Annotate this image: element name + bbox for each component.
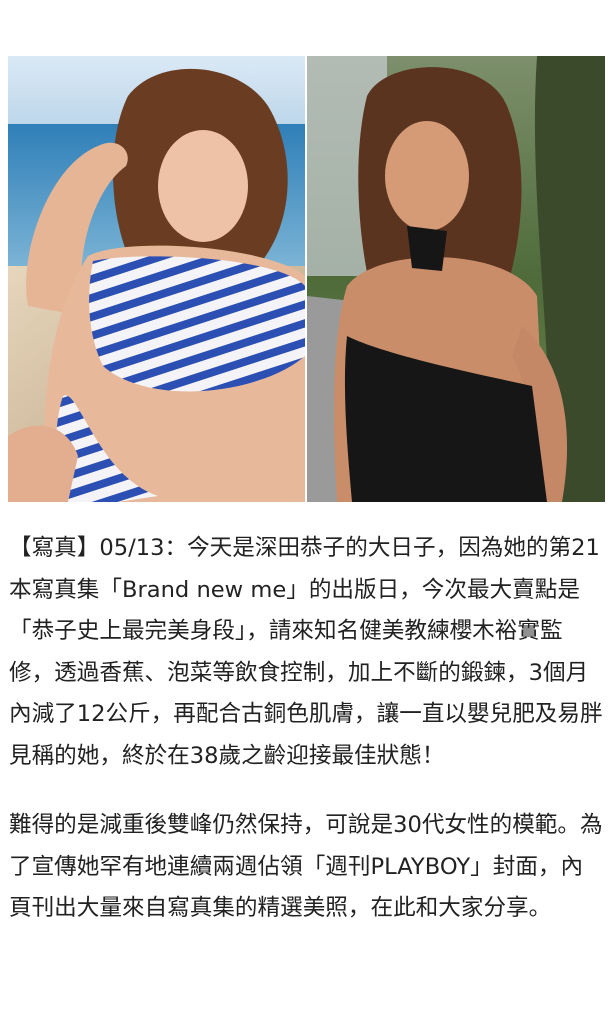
photo-row: [8, 56, 605, 502]
article-paragraph: 【寫真】05/13：今天是深田恭子的大日子，因為她的第21本寫真集「Brand …: [9, 535, 603, 769]
road-photo-illustration: [307, 56, 605, 502]
beach-photo-illustration: [8, 56, 305, 502]
photo-black-halter-road[interactable]: [307, 56, 605, 502]
article-paragraph: 難得的是減重後雙峰仍然保持，可說是30代女性的模範。為了宣傳她罕有地連續兩週佔領…: [9, 812, 603, 921]
article-body: 【寫真】05/13：今天是深田恭子的大日子，因為她的第21本寫真集「Brand …: [9, 528, 605, 930]
photo-beach-striped-bikini[interactable]: [8, 56, 305, 502]
